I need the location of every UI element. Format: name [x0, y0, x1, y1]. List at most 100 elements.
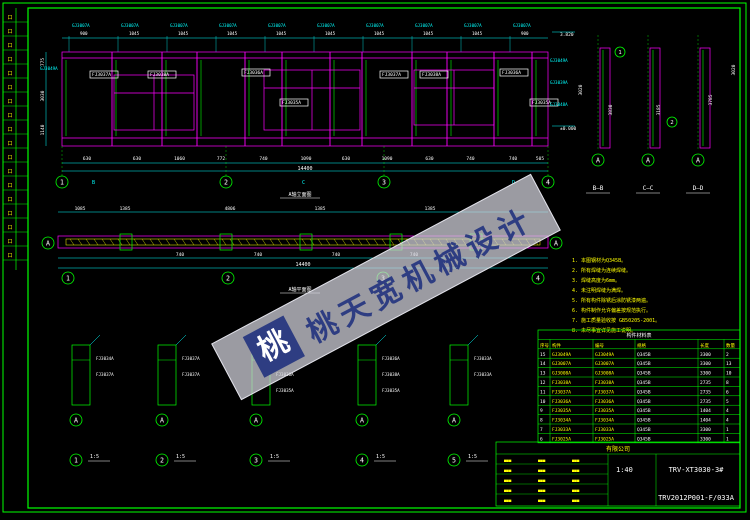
- bottom-dim-value: 740: [509, 156, 517, 162]
- top-code-label: GJ3007A: [268, 23, 286, 28]
- strip-mark: 口: [7, 253, 12, 259]
- section-axis-bubble-label: A: [646, 156, 650, 164]
- left-dim-value: 775: [40, 58, 46, 66]
- left-dim-value: 1140: [40, 124, 46, 135]
- strip-mark: 口: [7, 113, 12, 119]
- strip-mark: 口: [7, 155, 12, 161]
- grid-bubble-label: 4: [546, 178, 550, 186]
- plan-column: [219, 233, 233, 251]
- table-cell: 2735: [700, 380, 711, 386]
- hatch-stroke: [341, 238, 347, 246]
- section-dim-value: 3020: [731, 64, 737, 75]
- table-cell: 3300: [700, 427, 711, 433]
- plan-column: [299, 233, 313, 251]
- drawing-scale: 1:40: [616, 466, 633, 474]
- plan-bottom-dim-value: 740: [254, 252, 262, 258]
- table-cell: 5: [726, 399, 729, 405]
- table-cell: 8: [726, 380, 729, 386]
- plan-column: [119, 233, 133, 251]
- hatch-stroke: [245, 238, 251, 246]
- detail-code-label: FJ3036A: [382, 356, 400, 361]
- side-code-label: GJ3048A: [550, 102, 568, 107]
- hatch-stroke: [189, 238, 195, 246]
- total-dim-value: 14400: [297, 166, 312, 172]
- table-cell: 4: [726, 418, 729, 424]
- section-title: D—D: [693, 185, 704, 192]
- note-line: 6. 构件制作允许偏差按规范执行。: [572, 307, 651, 314]
- hatch-stroke: [165, 238, 171, 246]
- note-line: 1. 本图钢材为Q345B。: [572, 257, 626, 264]
- grid-bubble-label: 3: [382, 178, 386, 186]
- hatch-stroke: [277, 238, 283, 246]
- titleblock-stamp: ■■■: [504, 478, 512, 483]
- detail-leader: [467, 334, 479, 346]
- plan-grid-bubble-label: 4: [536, 274, 540, 282]
- table-cell: GJ3007A: [552, 361, 571, 367]
- table-cell: FJ3035A: [552, 408, 571, 414]
- strip-mark: 口: [7, 43, 12, 49]
- top-code-label: GJ3007A: [72, 23, 90, 28]
- detail-code-label: FJ3035A: [382, 388, 400, 393]
- plan-top-dim-value: 4806: [225, 206, 236, 212]
- plan-bottom-dim-value: 740: [176, 252, 184, 258]
- table-cell: Q345B: [637, 399, 651, 405]
- table-cell: 9: [540, 408, 543, 414]
- top-dim-value: 900: [521, 31, 529, 36]
- hatch-stroke: [253, 238, 259, 246]
- section-letter: B: [92, 180, 95, 186]
- titleblock-stamp: ■■■: [504, 458, 512, 463]
- panel-tag: FJ3038A: [150, 72, 169, 78]
- section-dim-value: 3185: [656, 104, 662, 115]
- detail-axis-bubble-label: A: [160, 416, 164, 424]
- table-cell: 2: [726, 352, 729, 358]
- detail-leader: [175, 334, 187, 346]
- table-cell: FJ3033A: [552, 427, 571, 433]
- level-top: 3.820: [560, 32, 574, 38]
- strip-mark: 口: [7, 183, 12, 189]
- top-dim-value: 1045: [374, 31, 385, 36]
- strip-mark: 口: [7, 71, 12, 77]
- titleblock-stamp: ■■■: [572, 458, 580, 463]
- table-cell: FJ3036A: [595, 399, 614, 405]
- section-letter: C: [302, 180, 305, 186]
- bottom-dim-value: 1090: [382, 156, 393, 162]
- table-cell: Q345B: [637, 380, 651, 386]
- table-cell: FJ3037A: [552, 389, 571, 395]
- table-cell: 2735: [700, 389, 711, 395]
- titleblock-stamp: ■■■: [504, 488, 512, 493]
- panel-tag: FJ3035A: [532, 100, 551, 106]
- elevation-view: GJ3007A 900 GJ3007A 1045 GJ3007A 1045 GJ3007A 1…: [40, 23, 577, 199]
- table-cell: 10: [726, 371, 732, 377]
- hatch-stroke: [261, 238, 267, 246]
- detail-code-label: FJ3033A: [474, 372, 492, 377]
- panel-tag: FJ3037A: [92, 72, 111, 78]
- bottom-dim-value: 1060: [174, 156, 185, 162]
- detail-profile: [449, 344, 469, 406]
- hatch-stroke: [205, 238, 211, 246]
- table-cell: GJ3008A: [552, 371, 571, 377]
- table-cell: 1: [726, 427, 729, 433]
- hatch-stroke: [301, 238, 307, 246]
- detail-axis-bubble-label: A: [254, 416, 258, 424]
- section-axis-bubble-label: A: [596, 156, 600, 164]
- top-dim-value: 1045: [423, 31, 434, 36]
- panel-tag: FJ3037A: [382, 72, 401, 78]
- detail-code-label: FJ3038A: [382, 372, 400, 377]
- strip-mark: 口: [7, 29, 12, 35]
- note-line: 7. 施工质量验收按 GB50205-2001。: [572, 317, 660, 324]
- table-cell: FJ3038A: [595, 380, 614, 386]
- table-cell: 6: [726, 389, 729, 395]
- notes-block: 1. 本图钢材为Q345B。 2. 所有焊缝为连续焊缝。 3. 焊缝高度为6mm。 4…: [572, 257, 660, 334]
- note-line: 4. 未注明焊缝为满焊。: [572, 287, 626, 294]
- strip-mark: 口: [7, 57, 12, 63]
- detail-number-bubble-label: 5: [452, 456, 456, 464]
- hatch-stroke: [349, 238, 355, 246]
- bottom-dim-value: 630: [133, 156, 141, 162]
- top-code-label: GJ3007A: [366, 23, 384, 28]
- detail-code-label: FJ3034A: [96, 356, 114, 361]
- plan-top-dim-value: 1385: [315, 206, 326, 212]
- titleblock-stamp: ■■■: [572, 498, 580, 503]
- detail-axis-bubble-label: A: [452, 416, 456, 424]
- panel-tag: FJ3038A: [422, 72, 441, 78]
- table-cell: 3300: [700, 352, 711, 358]
